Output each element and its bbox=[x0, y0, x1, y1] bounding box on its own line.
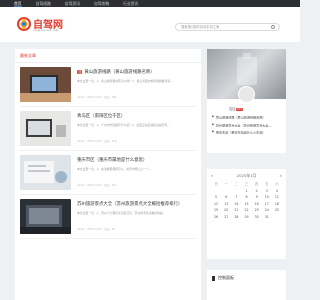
post-meta: admin · 2023-10-05 · 阅读：189 bbox=[77, 96, 117, 99]
calendar-header: « 2025年1月 » bbox=[207, 173, 286, 179]
list-item[interactable]: 重庆市区（重庆市属地是什么意思） 本文主要一览：1、在渝哪里都很可以，重庆市哪儿… bbox=[20, 155, 196, 195]
calendar-next-button[interactable]: » bbox=[280, 173, 282, 179]
calendar-day bbox=[221, 189, 231, 193]
nav-item-industry[interactable]: 行业资讯 bbox=[123, 0, 138, 7]
calendar-day[interactable]: 8 bbox=[241, 195, 251, 199]
calendar-day[interactable]: 16 bbox=[252, 202, 262, 206]
calendar-day bbox=[272, 215, 282, 219]
calendar-widget: « 2025年1月 » 日一二三四五六 1 2 3 4 5 6 7 8 9 10 11 12 13 14 15… bbox=[207, 169, 286, 259]
post-thumbnail[interactable] bbox=[20, 67, 71, 102]
profile-name: 佳佳 LV1 bbox=[229, 107, 243, 111]
hot-list-item[interactable]: 重庆东站（重庆东站是什么火车站） bbox=[212, 129, 284, 137]
calendar-grid: 日一二三四五六 1 2 3 4 5 6 7 8 9 10 11 12 13 14 15 16 17 18 19 20 21… bbox=[211, 182, 282, 219]
search-input[interactable]: 搜索第1篇的自动手机之家 bbox=[175, 23, 280, 31]
site-header: 自驾网 zijia.uucms.net 搜索第1篇的自动手机之家 bbox=[0, 7, 300, 42]
calendar-day bbox=[211, 189, 221, 193]
calendar-day[interactable]: 1 bbox=[241, 189, 251, 193]
level-badge: LV1 bbox=[236, 108, 243, 111]
calendar-day[interactable]: 4 bbox=[272, 189, 282, 193]
control-panel: 控制面板 bbox=[207, 270, 286, 300]
calendar-day[interactable]: 27 bbox=[221, 215, 231, 219]
post-excerpt: 本文主要一览：1、广州市市区都有什么区？2、此区正在加油这边是否有… bbox=[77, 123, 171, 127]
calendar-day[interactable]: 20 bbox=[221, 208, 231, 212]
post-excerpt: 本文主要一览：1、苏州十大著名景点自己们，苏州旅游景点推荐的美… bbox=[77, 211, 166, 215]
calendar-day bbox=[231, 189, 241, 193]
avatar[interactable] bbox=[238, 86, 255, 103]
calendar-day[interactable]: 29 bbox=[241, 215, 251, 219]
calendar-day[interactable]: 6 bbox=[221, 195, 231, 199]
search-icon[interactable] bbox=[271, 25, 275, 29]
post-excerpt: 本文主要一览：1、黄山旅游路线该怎么样？2、黄山景区的旅游线路推荐吗… bbox=[77, 79, 173, 83]
list-item[interactable]: 顶黄山旅游线路（黄山旅游线路名称） 本文主要一览：1、黄山旅游路线该怎么样？2、… bbox=[20, 67, 196, 107]
post-meta: admin · 2023-10-05 · 阅读：116 bbox=[77, 140, 117, 143]
calendar-day[interactable]: 28 bbox=[231, 215, 241, 219]
post-title[interactable]: 青岛区（南阳区位于区） bbox=[77, 113, 125, 119]
calendar-day[interactable]: 12 bbox=[211, 202, 221, 206]
panel-marker bbox=[212, 275, 215, 281]
nav-item-news[interactable]: 自驾资讯 bbox=[65, 0, 80, 7]
calendar-weekday: 六 bbox=[275, 182, 279, 186]
calendar-day[interactable]: 10 bbox=[262, 195, 272, 199]
post-thumbnail[interactable] bbox=[20, 155, 71, 190]
calendar-day[interactable]: 31 bbox=[262, 215, 272, 219]
control-panel-title: 控制面板 bbox=[212, 275, 234, 281]
calendar-day[interactable]: 14 bbox=[231, 202, 241, 206]
calendar-day[interactable]: 24 bbox=[262, 208, 272, 212]
nav-item-guides[interactable]: 自驾攻略 bbox=[94, 0, 109, 7]
post-meta: admin · 2023-10-05 · 阅读：101 bbox=[77, 184, 117, 187]
logo-icon[interactable] bbox=[16, 16, 32, 32]
calendar-day[interactable]: 7 bbox=[231, 195, 241, 199]
calendar-day[interactable]: 30 bbox=[252, 215, 262, 219]
logo-subtitle: zijia.uucms.net bbox=[33, 28, 59, 32]
calendar-day[interactable]: 13 bbox=[221, 202, 231, 206]
calendar-title: 2025年1月 bbox=[236, 173, 257, 178]
calendar-day[interactable]: 15 bbox=[241, 202, 251, 206]
calendar-weekday: 三 bbox=[244, 182, 249, 186]
calendar-day[interactable]: 25 bbox=[272, 208, 282, 212]
calendar-day[interactable]: 22 bbox=[241, 208, 251, 212]
calendar-day[interactable]: 3 bbox=[262, 189, 272, 193]
calendar-weekday: 四 bbox=[255, 182, 259, 186]
calendar-day[interactable]: 11 bbox=[272, 195, 282, 199]
hot-list-item[interactable]: 苏州旅游景点大全（苏州旅游景点大全… bbox=[212, 122, 284, 130]
calendar-weekday: 日 bbox=[214, 182, 218, 186]
calendar-day[interactable]: 9 bbox=[252, 195, 262, 199]
calendar-day[interactable]: 2 bbox=[252, 189, 262, 193]
calendar-day[interactable]: 5 bbox=[211, 195, 221, 199]
section-tab: 最新文章 bbox=[15, 49, 201, 63]
post-meta: admin · 2023-10-05 · 阅读：96 bbox=[77, 228, 115, 231]
calendar-day[interactable]: 19 bbox=[211, 208, 221, 212]
nav-item-home[interactable]: 首页 bbox=[14, 0, 22, 7]
calendar-prev-button[interactable]: « bbox=[211, 173, 213, 179]
nav-item-routes[interactable]: 自驾线路 bbox=[36, 0, 51, 7]
post-thumbnail[interactable] bbox=[20, 111, 71, 146]
post-title[interactable]: 顶黄山旅游线路（黄山旅游线路名称） bbox=[77, 69, 155, 75]
calendar-day[interactable]: 21 bbox=[231, 208, 241, 212]
calendar-weekday: 一 bbox=[224, 182, 228, 186]
calendar-day[interactable]: 23 bbox=[252, 208, 262, 212]
section-title[interactable]: 最新文章 bbox=[20, 53, 36, 59]
hot-list-item[interactable]: 黄山旅游线路（黄山旅游线路名称） bbox=[212, 114, 284, 122]
calendar-weekday: 五 bbox=[265, 182, 269, 186]
post-thumbnail[interactable] bbox=[20, 199, 71, 234]
top-nav: 首页 自驾线路 自驾资讯 自驾攻略 行业资讯 bbox=[14, 0, 138, 7]
post-title[interactable]: 苏州旅游景点大全（苏州旅游景点大全概括推荐排行） bbox=[77, 201, 182, 207]
main-content: 最新文章 顶黄山旅游线路（黄山旅游线路名称） 本文主要一览：1、黄山旅游路线该怎… bbox=[15, 49, 201, 300]
calendar-weekday: 二 bbox=[234, 182, 238, 186]
calendar-day[interactable]: 26 bbox=[211, 215, 221, 219]
list-item[interactable]: 苏州旅游景点大全（苏州旅游景点大全概括推荐排行） 本文主要一览：1、苏州十大著名… bbox=[20, 199, 196, 239]
calendar-day[interactable]: 18 bbox=[272, 202, 282, 206]
hot-list: 黄山旅游线路（黄山旅游线路名称） 苏州旅游景点大全（苏州旅游景点大全… 重庆东站… bbox=[212, 114, 284, 137]
top-nav-bar: 首页 自驾线路 自驾资讯 自驾攻略 行业资讯 bbox=[0, 0, 300, 7]
profile-card: 佳佳 LV1 黄山旅游线路（黄山旅游线路名称） 苏州旅游景点大全（苏州旅游景点大… bbox=[207, 49, 286, 153]
top-badge: 顶 bbox=[77, 70, 83, 74]
search-placeholder: 搜索第1篇的自动手机之家 bbox=[181, 25, 220, 29]
post-title[interactable]: 重庆市区（重庆市属地是什么意思） bbox=[77, 157, 147, 163]
post-excerpt: 本文主要一览：1、在渝哪里都很可以，重庆市哪儿上一个… bbox=[77, 167, 152, 171]
calendar-day[interactable]: 17 bbox=[262, 202, 272, 206]
list-item[interactable]: 青岛区（南阳区位于区） 本文主要一览：1、广州市市区都有什么区？2、此区正在加油… bbox=[20, 111, 196, 151]
